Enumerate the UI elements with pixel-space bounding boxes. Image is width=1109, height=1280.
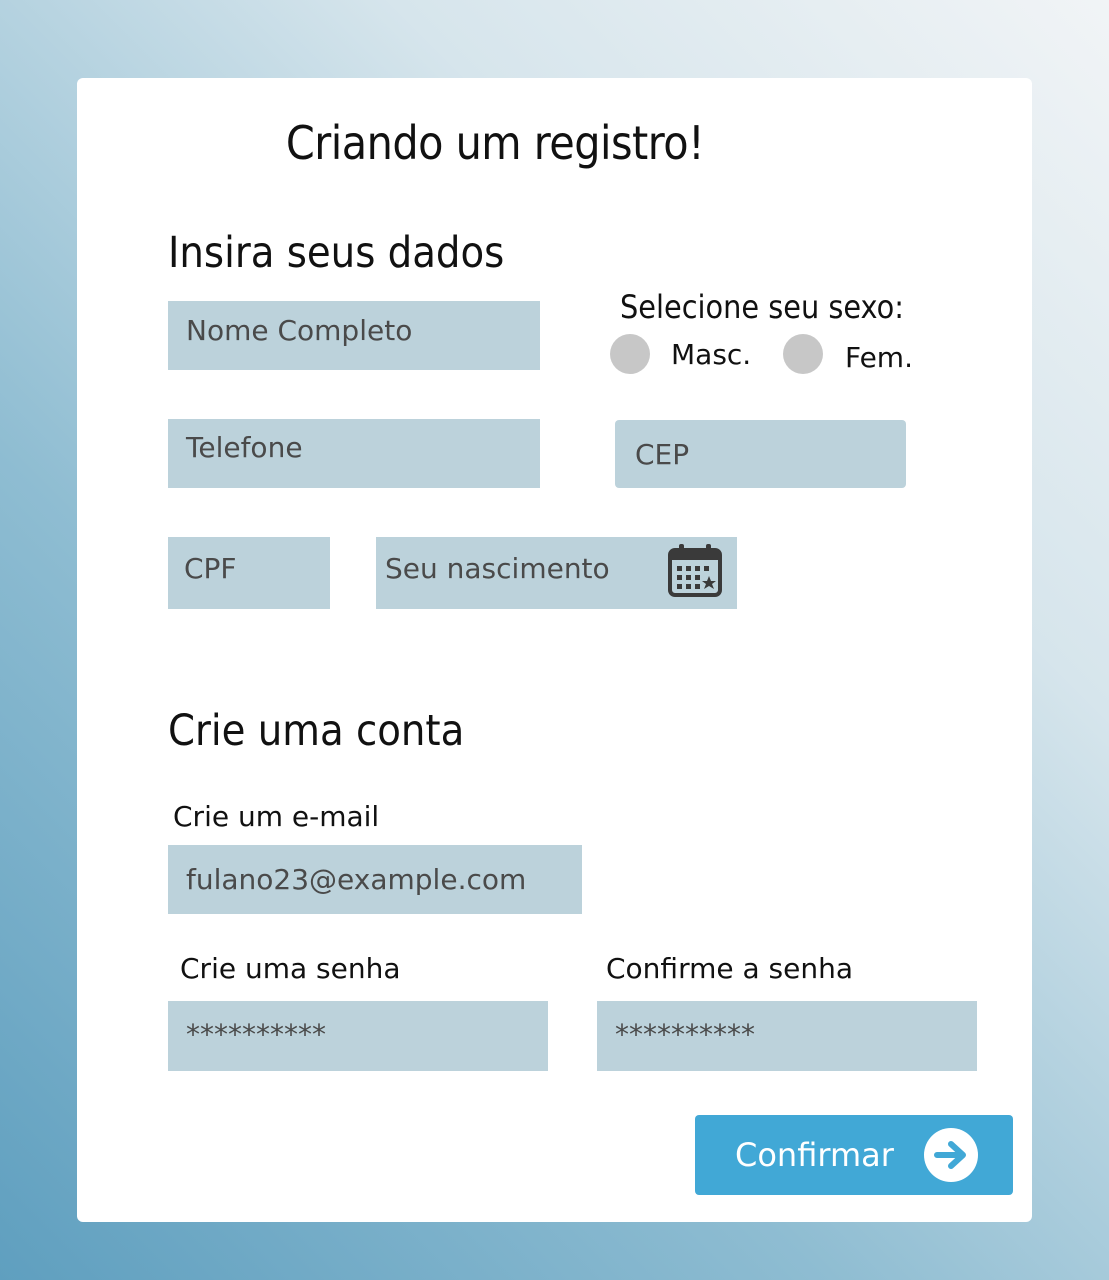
confirm-password-label: Confirme a senha — [606, 952, 854, 985]
cpf-input[interactable]: CPF — [168, 537, 330, 609]
radio-female-label: Fem. — [845, 341, 913, 374]
password-label: Crie uma senha — [180, 952, 401, 985]
section-title-account: Crie uma conta — [168, 706, 465, 756]
email-label: Crie um e-mail — [173, 800, 380, 833]
form-title: Criando um registro! — [285, 116, 705, 170]
birthdate-placeholder: Seu nascimento — [385, 551, 610, 585]
radio-male[interactable] — [610, 334, 650, 374]
radio-male-label: Masc. — [671, 338, 752, 371]
calendar-icon[interactable] — [667, 544, 723, 598]
password-input[interactable]: ********** — [168, 1001, 548, 1071]
confirm-button-label: Confirmar — [735, 1136, 894, 1174]
confirm-password-input[interactable]: ********** — [597, 1001, 977, 1071]
arrow-right-circle-icon — [924, 1128, 978, 1182]
phone-input[interactable]: Telefone — [168, 419, 540, 488]
radio-female[interactable] — [783, 334, 823, 374]
email-input[interactable]: fulano23@example.com — [168, 845, 582, 914]
full-name-input[interactable]: Nome Completo — [168, 301, 540, 370]
cep-input[interactable]: CEP — [615, 420, 906, 488]
sex-label: Selecione seu sexo: — [620, 288, 904, 326]
section-title-personal: Insira seus dados — [168, 228, 505, 278]
confirm-button[interactable]: Confirmar — [695, 1115, 1013, 1195]
